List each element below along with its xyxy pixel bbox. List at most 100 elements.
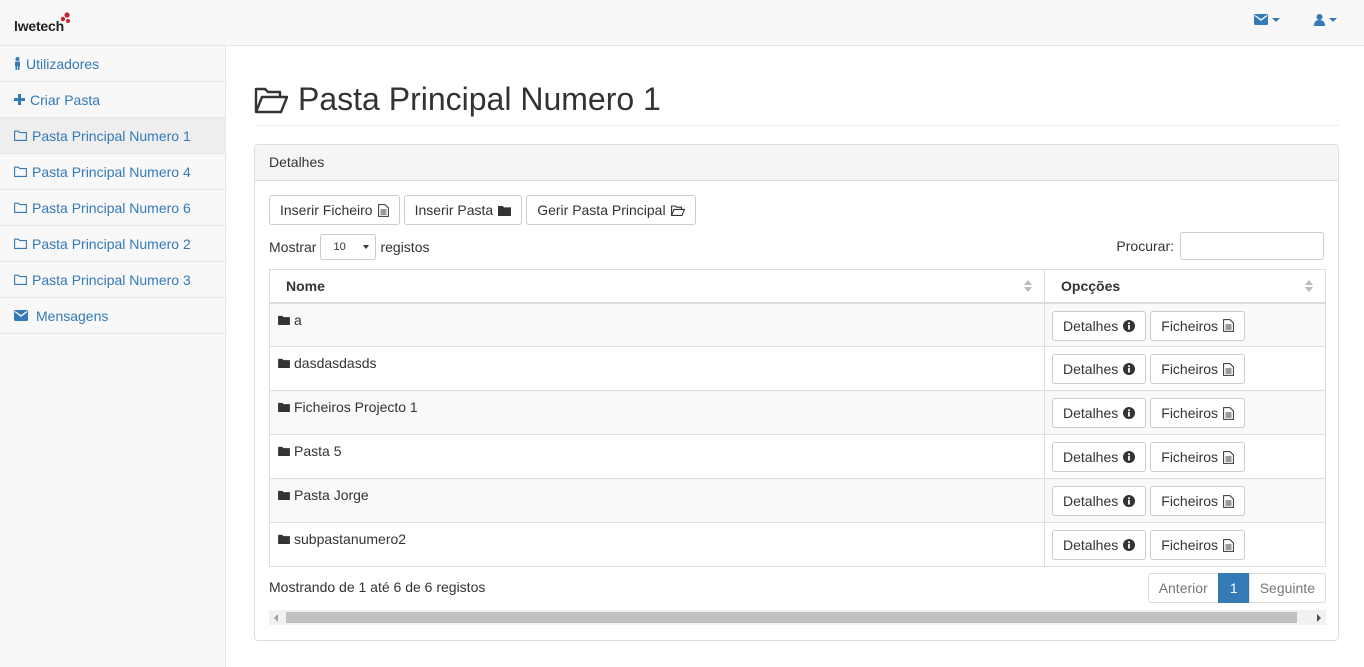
files-label: Ficheiros	[1161, 449, 1219, 465]
folder-icon	[278, 490, 290, 500]
folder-name: Pasta Jorge	[294, 487, 369, 503]
folder-icon	[278, 534, 290, 544]
previous-page-button[interactable]: Anterior	[1147, 573, 1219, 603]
page-1-button[interactable]: 1	[1217, 573, 1250, 603]
user-icon	[15, 57, 20, 70]
insert-folder-label: Inserir Pasta	[414, 202, 494, 218]
folder-open-outline-icon	[670, 204, 685, 216]
user-dropdown[interactable]	[1314, 14, 1337, 26]
files-label: Ficheiros	[1161, 361, 1219, 377]
name-cell: subpastanumero2	[269, 522, 1045, 567]
files-button[interactable]: Ficheiros	[1150, 398, 1246, 428]
files-button[interactable]: Ficheiros	[1150, 442, 1246, 472]
folder-link[interactable]: a	[270, 304, 1044, 328]
folder-outline-icon	[14, 166, 27, 177]
folder-link[interactable]: dasdasdasds	[270, 347, 1044, 371]
folder-link[interactable]: Pasta Jorge	[270, 479, 1044, 503]
next-page-button[interactable]: Seguinte	[1248, 573, 1326, 603]
sidebar-item-label: Pasta Principal Numero 4	[32, 163, 191, 180]
sidebar-item-utilizadores[interactable]: Utilizadores	[0, 46, 225, 82]
messages-dropdown[interactable]	[1254, 14, 1280, 25]
sort-icon	[1024, 280, 1032, 292]
sidebar-item-label: Criar Pasta	[30, 91, 101, 108]
files-button[interactable]: Ficheiros	[1150, 486, 1246, 516]
folder-link[interactable]: Pasta 5	[270, 435, 1044, 459]
files-button[interactable]: Ficheiros	[1150, 310, 1246, 341]
sidebar: Utilizadores Criar Pasta Pasta Principal…	[0, 46, 226, 667]
search-input[interactable]	[1180, 232, 1324, 260]
options-cell: Detalhes Ficheiros	[1044, 478, 1326, 523]
manage-main-folder-button[interactable]: Gerir Pasta Principal	[526, 195, 696, 225]
details-label: Detalhes	[1063, 405, 1119, 421]
folder-outline-icon	[14, 274, 27, 285]
folder-icon	[278, 402, 290, 412]
files-button[interactable]: Ficheiros	[1150, 530, 1246, 560]
insert-file-button[interactable]: Inserir Ficheiro	[269, 195, 400, 225]
sidebar-item-label: Pasta Principal Numero 6	[32, 199, 191, 216]
column-header-options[interactable]: Opcções	[1044, 269, 1326, 304]
folder-name: Ficheiros Projecto 1	[294, 399, 418, 415]
table-row: Pasta 5 Detalhes Ficheiros	[269, 434, 1326, 479]
info-circle-icon	[1123, 451, 1136, 463]
sidebar-item-label: Pasta Principal Numero 2	[32, 235, 191, 252]
page-title: Pasta Principal Numero 1	[298, 81, 661, 117]
options-cell: Detalhes Ficheiros	[1044, 434, 1326, 479]
pagination: Anterior 1 Seguinte	[1147, 573, 1326, 603]
folder-outline-icon	[14, 238, 27, 249]
name-cell: dasdasdasds	[269, 346, 1045, 391]
details-label: Detalhes	[1063, 449, 1119, 465]
sidebar-item-pasta-4[interactable]: Pasta Principal Numero 4	[0, 154, 225, 190]
table-row: a Detalhes Ficheiros	[269, 302, 1326, 347]
sidebar-item-pasta-2[interactable]: Pasta Principal Numero 2	[0, 226, 225, 262]
details-button[interactable]: Detalhes	[1052, 398, 1147, 428]
folder-icon	[278, 446, 290, 456]
length-suffix: registos	[380, 239, 430, 255]
details-label: Detalhes	[1063, 537, 1119, 553]
column-header-name[interactable]: Nome	[269, 269, 1045, 304]
sort-icon	[1305, 280, 1313, 292]
chevron-down-icon	[363, 245, 370, 249]
chevron-down-icon	[1329, 18, 1337, 22]
page-length-control: Mostrar 10 registos	[269, 234, 429, 260]
details-label: Detalhes	[1063, 493, 1119, 509]
sidebar-item-label: Pasta Principal Numero 1	[32, 127, 191, 144]
info-circle-icon	[1123, 495, 1136, 507]
scroll-right-icon[interactable]	[1317, 614, 1321, 622]
search-label: Procurar:	[1116, 238, 1174, 254]
scroll-left-icon[interactable]	[274, 614, 278, 622]
options-cell: Detalhes Ficheiros	[1044, 522, 1326, 567]
name-cell: Pasta Jorge	[269, 478, 1045, 523]
table-row: dasdasdasds Detalhes Ficheiros	[269, 346, 1326, 391]
name-cell: Ficheiros Projecto 1	[269, 390, 1045, 435]
details-button[interactable]: Detalhes	[1052, 442, 1147, 472]
scrollbar-thumb[interactable]	[286, 612, 1297, 623]
insert-folder-button[interactable]: Inserir Pasta	[403, 195, 523, 225]
horizontal-scrollbar[interactable]	[269, 610, 1326, 625]
insert-file-label: Inserir Ficheiro	[280, 202, 373, 218]
details-button[interactable]: Detalhes	[1052, 530, 1147, 560]
sidebar-item-pasta-1[interactable]: Pasta Principal Numero 1	[0, 118, 225, 154]
files-button[interactable]: Ficheiros	[1150, 354, 1246, 384]
manage-main-folder-label: Gerir Pasta Principal	[537, 202, 666, 218]
sidebar-item-pasta-3[interactable]: Pasta Principal Numero 3	[0, 262, 225, 298]
folder-open-outline-icon	[254, 87, 288, 114]
top-navbar: lwetech	[0, 0, 1364, 46]
details-button[interactable]: Detalhes	[1052, 354, 1147, 384]
details-button[interactable]: Detalhes	[1052, 310, 1147, 341]
file-text-icon	[1223, 494, 1234, 508]
sidebar-item-mensagens[interactable]: Mensagens	[0, 298, 225, 334]
table-row: Pasta Jorge Detalhes Ficheiros	[269, 478, 1326, 523]
folder-outline-icon	[14, 130, 27, 141]
folder-link[interactable]: Ficheiros Projecto 1	[270, 391, 1044, 415]
table-info: Mostrando de 1 até 6 de 6 registos	[269, 579, 486, 595]
folder-link[interactable]: subpastanumero2	[270, 523, 1044, 547]
page-length-select[interactable]: 10	[320, 234, 377, 260]
sidebar-item-pasta-6[interactable]: Pasta Principal Numero 6	[0, 190, 225, 226]
info-circle-icon	[1123, 319, 1136, 332]
sidebar-item-criar-pasta[interactable]: Criar Pasta	[0, 82, 225, 118]
folder-name: Pasta 5	[294, 443, 342, 459]
panel-toolbar: Inserir Ficheiro Inserir Pasta Gerir Pas…	[269, 195, 696, 225]
options-cell: Detalhes Ficheiros	[1044, 390, 1326, 435]
details-button[interactable]: Detalhes	[1052, 486, 1147, 516]
page-length-value: 10	[333, 241, 346, 253]
